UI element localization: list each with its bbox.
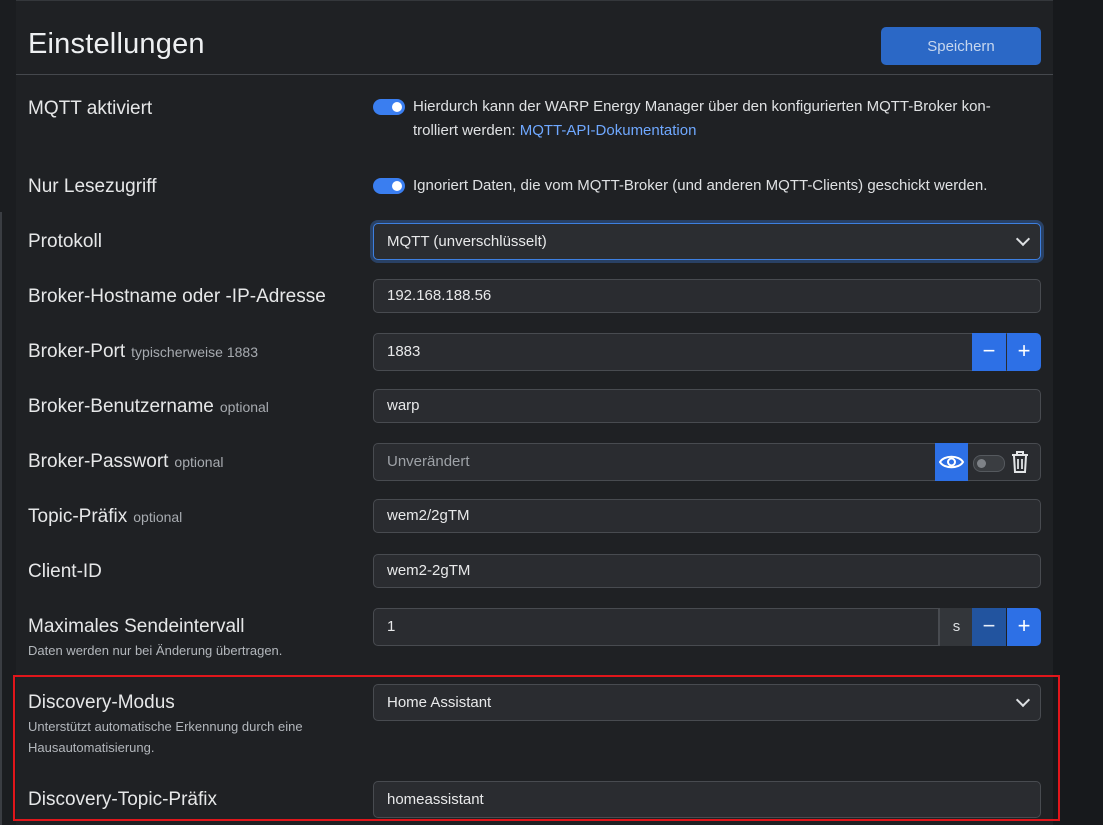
read-only-label: Nur Lesezugriff bbox=[28, 176, 157, 197]
broker-user-hint: optional bbox=[219, 399, 269, 415]
topic-prefix-input[interactable]: wem2/2gTM bbox=[373, 499, 1041, 533]
protocol-select[interactable]: MQTT (unverschlüsselt) bbox=[373, 223, 1041, 260]
broker-password-label: Broker-Passwort optional bbox=[28, 451, 223, 473]
mqtt-enable-toggle[interactable] bbox=[373, 99, 405, 115]
trash-icon[interactable] bbox=[1008, 449, 1032, 475]
broker-user-label: Broker-Benutzername optional bbox=[28, 396, 269, 418]
client-id-input[interactable]: wem2-2gTM bbox=[373, 554, 1041, 588]
broker-port-decrement-button[interactable]: − bbox=[972, 333, 1006, 371]
broker-password-hint: optional bbox=[174, 454, 224, 470]
send-interval-input[interactable]: 1 bbox=[373, 608, 939, 646]
broker-host-label: Broker-Hostname oder -IP-Adresse bbox=[28, 286, 326, 307]
discovery-prefix-label: Discovery-Topic-Präfix bbox=[28, 789, 217, 810]
broker-password-label-text: Broker-Passwort bbox=[28, 451, 169, 472]
topic-prefix-hint: optional bbox=[133, 509, 183, 525]
left-border bbox=[0, 212, 2, 825]
save-button[interactable]: Speichern bbox=[881, 27, 1041, 65]
broker-port-hint: typischerweise 1883 bbox=[131, 344, 258, 360]
discovery-prefix-input[interactable]: homeassistant bbox=[373, 781, 1041, 818]
discovery-mode-description: Unterstützt automatische Erkennung durch… bbox=[28, 716, 303, 758]
discovery-mode-description-line2: Hausautomatisierung. bbox=[28, 740, 155, 755]
broker-host-input[interactable]: 192.168.188.56 bbox=[373, 279, 1041, 313]
mqtt-enable-description: Hierdurch kann der WARP Energy Manager ü… bbox=[413, 95, 991, 143]
left-panel-edge bbox=[0, 0, 16, 825]
discovery-mode-description-line1: Unterstützt automatische Erkennung durch… bbox=[28, 719, 303, 734]
send-interval-increment-button[interactable]: + bbox=[1007, 608, 1041, 646]
broker-user-input[interactable]: warp bbox=[373, 389, 1041, 423]
send-interval-decrement-button[interactable]: − bbox=[972, 608, 1006, 646]
broker-port-input[interactable]: 1883 bbox=[373, 333, 1013, 371]
mqtt-enable-description-line1: Hierdurch kann der WARP Energy Manager ü… bbox=[413, 98, 991, 115]
mqtt-enable-label: MQTT aktiviert bbox=[28, 98, 153, 119]
mqtt-api-docs-link[interactable]: MQTT-API-Dokumentation bbox=[520, 122, 697, 139]
broker-password-placeholder: Unverändert bbox=[387, 453, 470, 470]
broker-user-label-text: Broker-Benutzername bbox=[28, 396, 214, 417]
protocol-label: Protokoll bbox=[28, 231, 102, 252]
send-interval-description: Daten werden nur bei Änderung übertragen… bbox=[28, 643, 283, 658]
broker-port-label: Broker-Port typischerweise 1883 bbox=[28, 341, 258, 363]
chevron-down-icon bbox=[1015, 692, 1031, 708]
broker-port-label-text: Broker-Port bbox=[28, 341, 126, 362]
read-only-toggle[interactable] bbox=[373, 178, 405, 194]
discovery-mode-select[interactable]: Home Assistant bbox=[373, 684, 1041, 721]
chevron-down-icon bbox=[1015, 231, 1031, 247]
eye-icon bbox=[938, 455, 965, 469]
show-password-button[interactable] bbox=[935, 443, 968, 481]
send-interval-label: Maximales Sendeintervall bbox=[28, 616, 245, 637]
topic-prefix-label: Topic-Präfix optional bbox=[28, 506, 182, 528]
protocol-select-value: MQTT (unverschlüsselt) bbox=[387, 233, 547, 250]
right-gutter bbox=[1053, 0, 1103, 825]
mqtt-enable-description-line2: trolliert werden: bbox=[413, 122, 520, 139]
clear-password-toggle[interactable] bbox=[973, 455, 1005, 472]
send-interval-unit: s bbox=[939, 608, 973, 646]
page-header: Einstellungen Speichern bbox=[16, 0, 1053, 75]
read-only-description: Ignoriert Daten, die vom MQTT-Broker (un… bbox=[413, 177, 988, 194]
broker-port-increment-button[interactable]: + bbox=[1007, 333, 1041, 371]
discovery-mode-select-value: Home Assistant bbox=[387, 694, 492, 711]
client-id-label: Client-ID bbox=[28, 561, 102, 582]
page-title: Einstellungen bbox=[28, 28, 205, 60]
topic-prefix-label-text: Topic-Präfix bbox=[28, 506, 128, 527]
discovery-mode-label: Discovery-Modus bbox=[28, 692, 175, 713]
